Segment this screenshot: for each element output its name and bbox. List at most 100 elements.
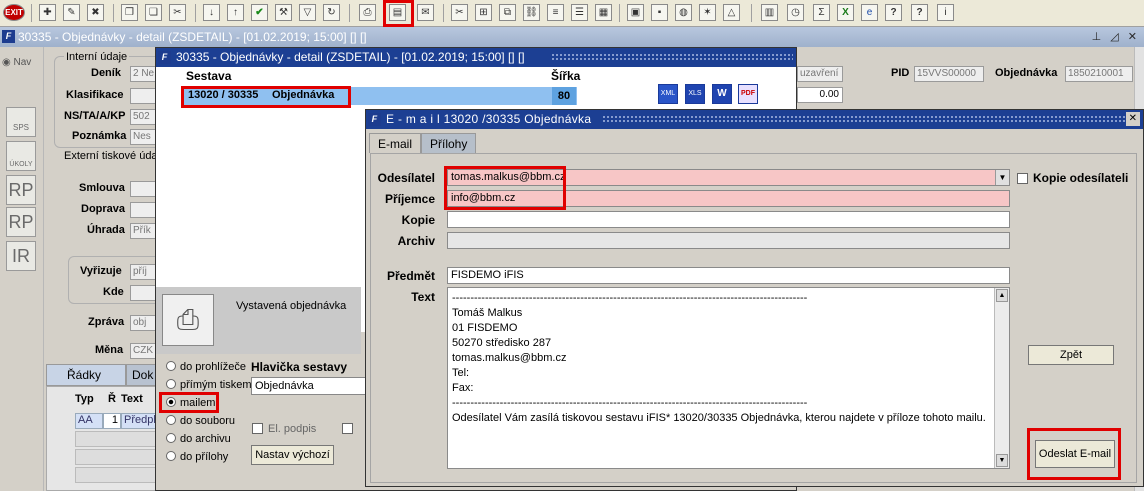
- sort-desc-icon[interactable]: ↑: [227, 4, 244, 21]
- tab-email[interactable]: E-mail: [369, 133, 422, 153]
- cut-record-icon[interactable]: ✂: [169, 4, 186, 21]
- copy-icon[interactable]: ❐: [121, 4, 138, 21]
- star-icon[interactable]: ✶: [699, 4, 716, 21]
- edit-record-icon[interactable]: ✎: [63, 4, 80, 21]
- extra-checkbox[interactable]: [342, 423, 358, 435]
- option-label: do přílohy: [180, 451, 229, 463]
- report-dialog-titlebar: F 30335 - Objednávky - detail (ZSDETAIL)…: [156, 48, 796, 67]
- outline-icon[interactable]: ☰: [571, 4, 588, 21]
- table-row[interactable]: [75, 431, 157, 447]
- email-text-area[interactable]: ----------------------------------------…: [447, 287, 1010, 469]
- excel-icon[interactable]: X: [837, 4, 854, 21]
- tree-icon[interactable]: ⊞: [475, 4, 492, 21]
- left-side-panel: ◉ Nav SPS ÚKOLY RP RP IR: [0, 47, 44, 491]
- scroll-up-icon[interactable]: ▲: [996, 289, 1008, 302]
- export-pdf-icon[interactable]: PDF: [738, 84, 758, 104]
- grid-cell-typ[interactable]: AA: [75, 413, 103, 429]
- floppy-icon[interactable]: ▪: [651, 4, 668, 21]
- grid-cell-r[interactable]: 1: [103, 413, 121, 429]
- add-record-icon[interactable]: ✚: [39, 4, 56, 21]
- info-icon[interactable]: i: [937, 4, 954, 21]
- paste-icon[interactable]: ❏: [145, 4, 162, 21]
- archiv-input[interactable]: [447, 232, 1010, 249]
- el-podpis-checkbox[interactable]: El. podpis: [252, 423, 316, 435]
- klasifikace-field[interactable]: [130, 88, 156, 104]
- ukoly-button[interactable]: ÚKOLY: [6, 141, 36, 171]
- toolbar-separator: [443, 4, 444, 22]
- wrench-icon[interactable]: ⚒: [275, 4, 292, 21]
- rp-button-1[interactable]: RP: [6, 175, 36, 205]
- chevron-down-icon[interactable]: ▼: [995, 170, 1009, 185]
- clock-icon[interactable]: ◷: [787, 4, 804, 21]
- close-icon[interactable]: ✕: [1126, 112, 1140, 126]
- sps-button[interactable]: SPS: [6, 107, 36, 137]
- confirm-icon[interactable]: ✔: [251, 4, 268, 21]
- kopie-input[interactable]: [447, 211, 1010, 228]
- context-help-icon[interactable]: ?: [911, 4, 928, 21]
- pid-field[interactable]: 15VVS00000: [914, 66, 984, 82]
- toolbar-separator: [751, 4, 752, 22]
- list-icon[interactable]: ≡: [547, 4, 564, 21]
- rp-button-2[interactable]: RP: [6, 207, 36, 237]
- predmet-input[interactable]: FISDEMO iFIS: [447, 267, 1010, 284]
- ir-button[interactable]: IR: [6, 241, 36, 271]
- smlouva-label: Smlouva: [79, 182, 125, 194]
- document-icon[interactable]: ▣: [627, 4, 644, 21]
- text-scrollbar[interactable]: ▲ ▼: [994, 288, 1009, 468]
- amount-field[interactable]: 0.00: [797, 87, 843, 103]
- objednavka-field[interactable]: 1850210001: [1065, 66, 1133, 82]
- tab-dok[interactable]: Dok: [126, 364, 156, 386]
- sum-icon[interactable]: Σ: [813, 4, 830, 21]
- zprava-field[interactable]: obj: [130, 315, 156, 331]
- table-row[interactable]: [75, 449, 157, 465]
- option-do-prilohy[interactable]: do přílohy: [166, 451, 228, 463]
- table-row[interactable]: [75, 467, 157, 483]
- tab-radky[interactable]: Řádky: [46, 364, 126, 386]
- denik-field[interactable]: 2 Ne: [130, 66, 156, 82]
- nsta-field[interactable]: 502: [130, 109, 156, 125]
- uzavreni-field[interactable]: uzavření: [797, 66, 843, 82]
- kde-field[interactable]: [130, 285, 156, 301]
- grid-cell-text[interactable]: Předpl: [121, 413, 157, 429]
- filter-icon[interactable]: ▽: [299, 4, 316, 21]
- vyrizuje-field[interactable]: příj: [130, 264, 156, 280]
- option-do-prohlizece[interactable]: do prohlížeče: [166, 361, 246, 373]
- refresh-icon[interactable]: ↻: [323, 4, 340, 21]
- grid-icon[interactable]: ▦: [595, 4, 612, 21]
- mail-icon[interactable]: ✉: [417, 4, 434, 21]
- uhrada-field[interactable]: Přík: [130, 223, 156, 239]
- browser-icon[interactable]: e: [861, 4, 878, 21]
- export-excel-icon[interactable]: XLS: [685, 84, 705, 104]
- triangle-icon[interactable]: △: [723, 4, 740, 21]
- poznamka-field[interactable]: Nes: [130, 129, 156, 145]
- delete-record-icon[interactable]: ✖: [87, 4, 104, 21]
- checkbox-icon: [1017, 173, 1028, 184]
- zpet-button[interactable]: Zpět: [1028, 345, 1114, 365]
- scroll-down-icon[interactable]: ▼: [996, 454, 1008, 467]
- option-do-archivu[interactable]: do archivu: [166, 433, 231, 445]
- nav-toggle[interactable]: ◉ Nav: [2, 57, 31, 68]
- option-primym-tiskem[interactable]: přímým tiskem: [166, 379, 252, 391]
- tab-prilohy[interactable]: Přílohy: [421, 133, 477, 153]
- exit-button[interactable]: EXIT: [3, 4, 25, 21]
- link-icon[interactable]: ⛓: [523, 4, 540, 21]
- window-controls[interactable]: ⊥ ◿ ✕: [1092, 27, 1140, 47]
- globe-icon[interactable]: ◍: [675, 4, 692, 21]
- export-word-icon[interactable]: W: [712, 84, 732, 104]
- option-label: do prohlížeče: [180, 361, 247, 373]
- help-icon[interactable]: ?: [885, 4, 902, 21]
- option-do-souboru[interactable]: do souboru: [166, 415, 235, 427]
- print-icon[interactable]: ⎙: [359, 4, 376, 21]
- export-xml-icon[interactable]: XML: [658, 84, 678, 104]
- uhrada-label: Úhrada: [87, 224, 125, 236]
- nastav-vychozi-button[interactable]: Nastav výchozí: [251, 445, 334, 465]
- sort-asc-icon[interactable]: ↓: [203, 4, 220, 21]
- scissors-icon[interactable]: ✂: [451, 4, 468, 21]
- chart-icon[interactable]: ▥: [761, 4, 778, 21]
- smlouva-field[interactable]: [130, 181, 156, 197]
- copy-doc-icon[interactable]: ⧉: [499, 4, 516, 21]
- hlavicka-input[interactable]: Objednávka: [251, 377, 366, 395]
- doprava-field[interactable]: [130, 202, 156, 218]
- kopie-odesilateli-checkbox[interactable]: Kopie odesílateli: [1017, 171, 1128, 185]
- mena-field[interactable]: CZK: [130, 343, 156, 359]
